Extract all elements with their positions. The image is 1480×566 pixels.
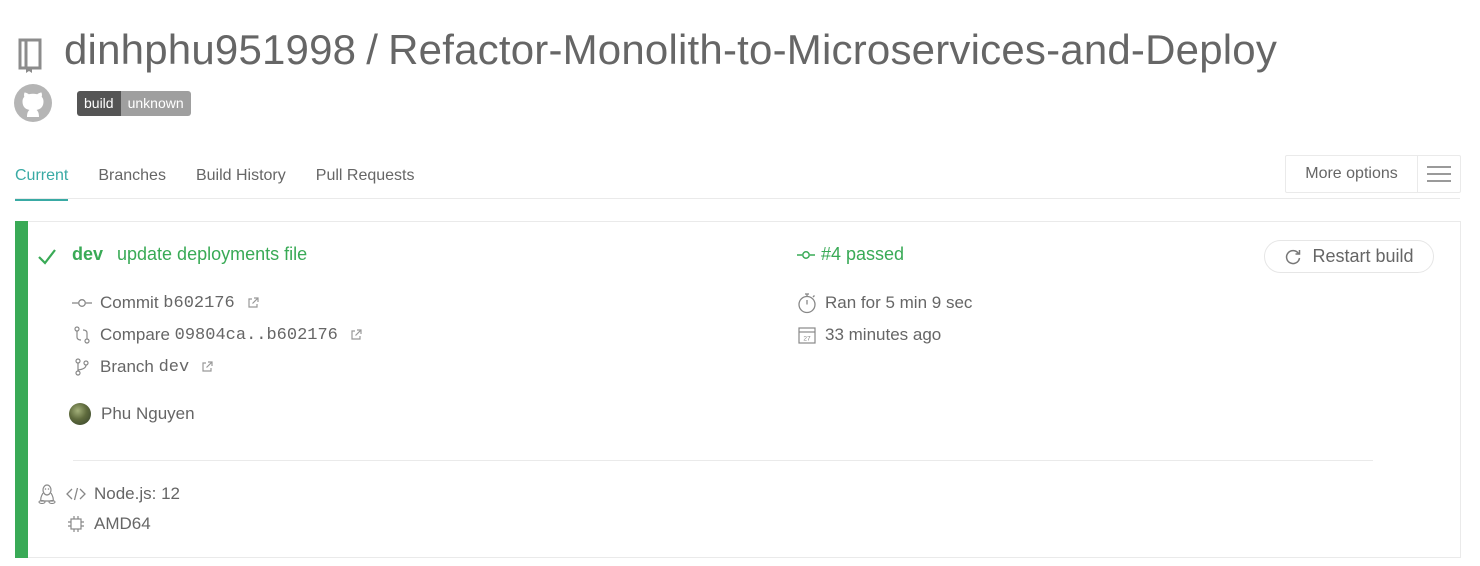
arch-row: AMD64 xyxy=(38,514,151,534)
build-number-status[interactable]: #4 passed xyxy=(797,244,904,265)
branch-label: Branch xyxy=(100,357,154,376)
title-separator: / xyxy=(366,26,379,73)
commit-icon xyxy=(72,293,92,313)
commit-message: update deployments file xyxy=(117,244,308,264)
branch-row: Branch dev xyxy=(72,357,213,377)
hamburger-icon[interactable] xyxy=(1418,156,1460,192)
svg-text:27: 27 xyxy=(803,336,811,343)
more-options-button[interactable]: More options xyxy=(1285,155,1461,193)
branch-value-link[interactable]: dev xyxy=(159,358,190,377)
external-link-icon[interactable] xyxy=(201,361,213,373)
tab-branches[interactable]: Branches xyxy=(98,160,166,199)
external-link-icon[interactable] xyxy=(350,329,362,341)
badge-value: unknown xyxy=(120,91,191,116)
tab-pull-requests[interactable]: Pull Requests xyxy=(316,160,415,199)
stopwatch-icon xyxy=(797,293,817,314)
arch-text: AMD64 xyxy=(94,514,151,533)
code-icon xyxy=(66,484,86,504)
more-options-label: More options xyxy=(1286,156,1418,192)
commit-icon xyxy=(797,250,815,259)
finished-row: 27 33 minutes ago xyxy=(797,325,941,345)
build-status-badge[interactable]: build unknown xyxy=(77,91,191,116)
restart-icon xyxy=(1286,249,1301,264)
external-link-icon[interactable] xyxy=(247,297,259,309)
calendar-icon: 27 xyxy=(797,325,817,345)
build-status-bar xyxy=(15,221,28,558)
author-name: Phu Nguyen xyxy=(101,404,195,423)
card-divider xyxy=(73,460,1373,461)
repo-name-link[interactable]: Refactor-Monolith-to-Microservices-and-D… xyxy=(388,26,1277,73)
badge-label: build xyxy=(77,91,121,116)
repo-icon xyxy=(18,38,42,73)
commit-row: Commit b602176 xyxy=(72,293,259,313)
page-title: dinhphu951998/Refactor-Monolith-to-Micro… xyxy=(64,26,1277,74)
restart-build-label: Restart build xyxy=(1312,246,1414,266)
repo-tabs: Current Branches Build History Pull Requ… xyxy=(15,160,444,201)
check-icon xyxy=(38,249,56,265)
duration-row: Ran for 5 min 9 sec xyxy=(797,293,973,314)
language-row: Node.js: 12 xyxy=(38,484,180,504)
compare-label: Compare xyxy=(100,325,170,344)
avatar xyxy=(69,403,91,425)
commit-author: Phu Nguyen xyxy=(69,403,195,425)
tab-build-history[interactable]: Build History xyxy=(196,160,286,199)
build-branch-link[interactable]: dev xyxy=(72,244,103,265)
linux-icon xyxy=(38,484,56,504)
branch-icon xyxy=(72,357,92,377)
tabs-divider xyxy=(15,198,1460,199)
compare-icon xyxy=(72,325,92,345)
compare-range-link[interactable]: 09804ca..b602176 xyxy=(175,326,338,345)
finished-time: 33 minutes ago xyxy=(825,325,942,344)
duration-text: Ran for 5 min 9 sec xyxy=(825,293,973,312)
language-text: Node.js: 12 xyxy=(94,484,180,503)
compare-row: Compare 09804ca..b602176 xyxy=(72,325,362,345)
tab-current[interactable]: Current xyxy=(15,160,69,201)
commit-sha-link[interactable]: b602176 xyxy=(163,294,234,313)
restart-build-button[interactable]: Restart build xyxy=(1264,240,1434,273)
commit-label: Commit xyxy=(100,293,159,312)
cpu-icon xyxy=(66,514,86,534)
repo-owner-link[interactable]: dinhphu951998 xyxy=(64,26,356,73)
github-icon[interactable] xyxy=(14,84,52,122)
build-card xyxy=(15,221,1461,558)
build-status-text: #4 passed xyxy=(821,244,905,264)
